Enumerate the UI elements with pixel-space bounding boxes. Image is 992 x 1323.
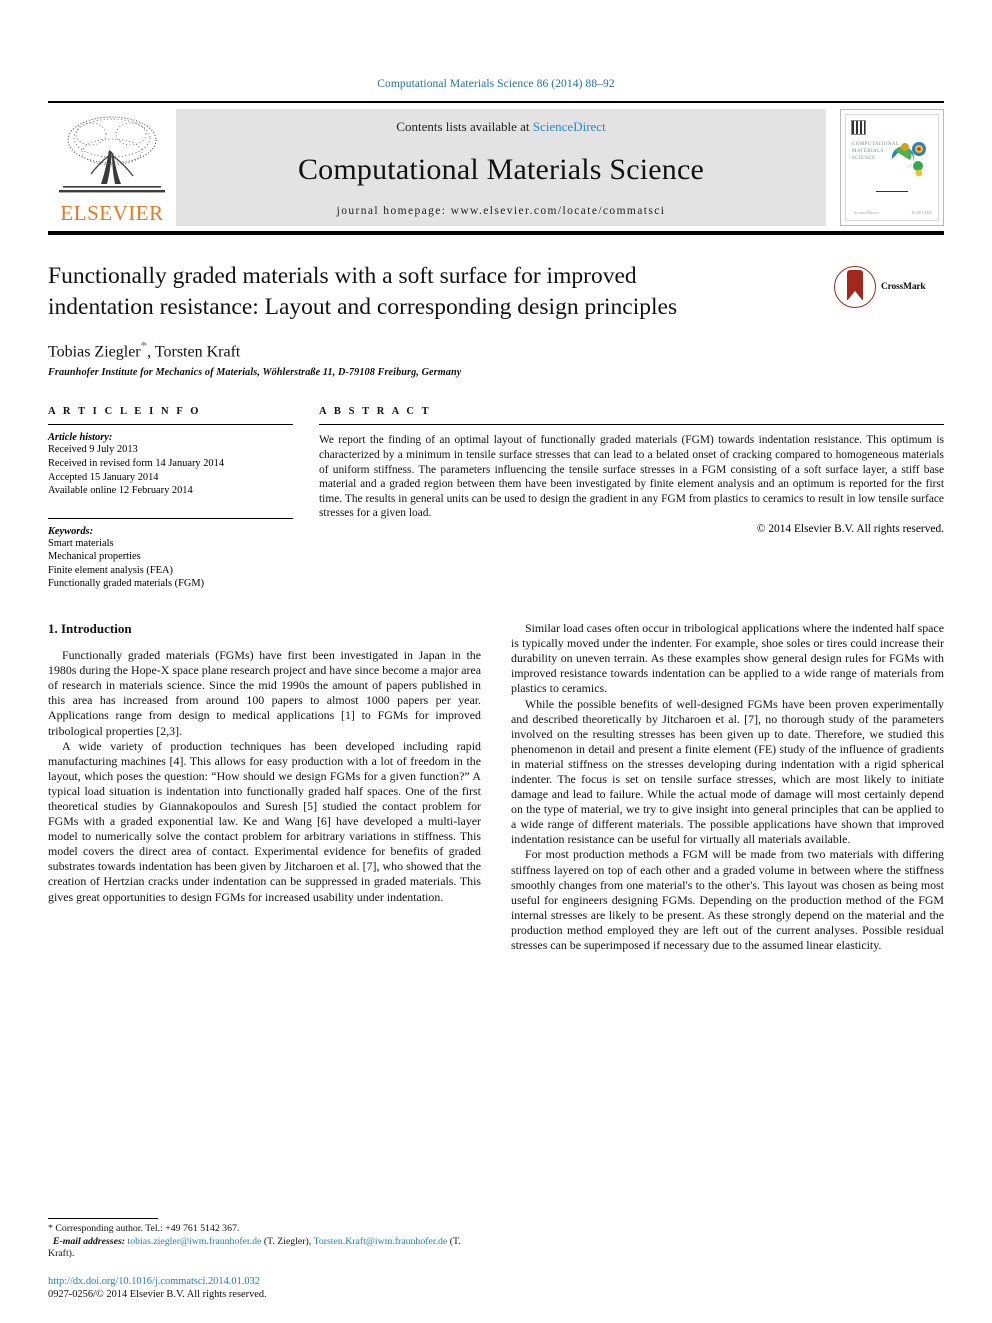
history-item: Accepted 15 January 2014 — [48, 471, 159, 483]
cover-footer-left: ScienceDirect — [854, 210, 880, 215]
affiliation: Fraunhofer Institute for Mechanics of Ma… — [48, 367, 462, 379]
paragraph: Functionally graded materials (FGMs) hav… — [48, 648, 481, 738]
elsevier-logo: ELSEVIER — [48, 109, 176, 226]
masthead-center-panel: Contents lists available at ScienceDirec… — [176, 109, 826, 226]
doi-link[interactable]: http://dx.doi.org/10.1016/j.commatsci.20… — [48, 1275, 528, 1288]
title-block: Functionally graded materials with a sof… — [48, 261, 944, 378]
journal-cover-thumbnail: COMPUTATIONAL MATERIALS SCIENCE ScienceDir… — [840, 109, 944, 226]
email-owner-ziegler: (T. Ziegler), — [261, 1235, 314, 1247]
history-item: Available online 12 February 2014 — [48, 485, 193, 497]
keywords-block: Keywords: Smart materials Mechanical pro… — [48, 517, 293, 591]
cover-footer-right: ELSEVIER — [911, 210, 932, 215]
footnote-divider — [48, 1218, 158, 1220]
body-column-right: Similar load cases often occur in tribol… — [511, 621, 944, 953]
crossmark-badge[interactable]: CrossMark — [834, 265, 944, 309]
journal-title: Computational Materials Science — [297, 153, 705, 186]
journal-cover-inner: COMPUTATIONAL MATERIALS SCIENCE ScienceDir… — [845, 114, 939, 221]
author-primary: Tobias Ziegler — [48, 343, 141, 361]
keywords-divider — [48, 517, 293, 519]
contents-line: Contents lists available at ScienceDirec… — [396, 119, 605, 135]
paragraph: While the possible benefits of well-desi… — [511, 696, 944, 847]
article-info-heading: A R T I C L E I N F O — [48, 406, 202, 418]
email-link-kraft[interactable]: Torsten.Kraft@iwm.fraunhofer.de — [314, 1236, 448, 1247]
qr-code-icon — [851, 120, 866, 135]
email-link-ziegler[interactable]: tobias.ziegler@iwm.fraunhofer.de — [127, 1236, 261, 1247]
contents-prefix: Contents lists available at — [396, 119, 533, 134]
history-item: Received 9 July 2013 — [48, 444, 138, 456]
info-abstract-row: A R T I C L E I N F O Article history: R… — [48, 406, 944, 591]
sciencedirect-link[interactable]: ScienceDirect — [533, 119, 606, 134]
crossmark-label: CrossMark — [881, 282, 926, 292]
section-heading-introduction: 1. Introduction — [48, 621, 132, 637]
keyword-item: Finite element analysis (FEA) — [48, 564, 173, 576]
keyword-item: Functionally graded materials (FGM) — [48, 578, 205, 590]
paragraph: For most production methods a FGM will b… — [511, 847, 944, 953]
abstract-copyright: © 2014 Elsevier B.V. All rights reserved… — [756, 522, 944, 535]
paper-page: Computational Materials Science 86 (2014… — [0, 0, 992, 1323]
doi-block: http://dx.doi.org/10.1016/j.commatsci.20… — [48, 1275, 528, 1301]
elsevier-tree-icon — [59, 116, 165, 193]
abstract-heading: A B S T R A C T — [319, 406, 432, 418]
journal-homepage-link[interactable]: journal homepage: www.elsevier.com/locat… — [337, 205, 666, 217]
elsevier-wordmark: ELSEVIER — [60, 201, 164, 225]
issn-copyright: 0927-0256/© 2014 Elsevier B.V. All right… — [48, 1289, 267, 1300]
abstract-column: A B S T R A C T We report the finding of… — [319, 406, 944, 591]
crossmark-icon — [834, 266, 876, 308]
paragraph: A wide variety of production techniques … — [48, 738, 481, 904]
history-item: Received in revised form 14 January 2014 — [48, 457, 225, 469]
author-list: Tobias Ziegler*, Torsten Kraft — [48, 338, 944, 361]
paragraph: Similar load cases often occur in tribol… — [511, 621, 944, 696]
article-info-divider — [48, 424, 293, 426]
body-column-left: 1. Introduction Functionally graded mate… — [48, 621, 481, 953]
keywords-label: Keywords: — [48, 525, 94, 537]
footnote-block: * Corresponding author. Tel.: +49 761 51… — [48, 1218, 468, 1261]
cover-artwork-icon — [891, 142, 926, 177]
corresponding-author-note: * Corresponding author. Tel.: +49 761 51… — [48, 1223, 240, 1235]
page-title: Functionally graded materials with a sof… — [48, 263, 678, 320]
running-head: Computational Materials Science 86 (2014… — [377, 78, 615, 90]
article-history-label: Article history: — [48, 432, 113, 444]
article-info-column: A R T I C L E I N F O Article history: R… — [48, 406, 293, 591]
cover-divider — [876, 191, 908, 192]
keyword-item: Smart materials — [48, 537, 114, 549]
email-note: E-mail addresses: tobias.ziegler@iwm.fra… — [48, 1236, 468, 1261]
author-secondary: , Torsten Kraft — [147, 343, 241, 361]
cover-footer: ScienceDirect ELSEVIER — [854, 210, 932, 215]
masthead-bottom-rule — [48, 231, 944, 235]
abstract-divider — [319, 424, 944, 426]
keyword-item: Mechanical properties — [48, 551, 141, 563]
email-addresses-label: E-mail addresses: — [52, 1235, 126, 1247]
abstract-text: We report the finding of an optimal layo… — [319, 434, 944, 520]
body-columns: 1. Introduction Functionally graded mate… — [48, 621, 944, 953]
journal-masthead: ELSEVIER Contents lists available at Sci… — [48, 101, 944, 226]
